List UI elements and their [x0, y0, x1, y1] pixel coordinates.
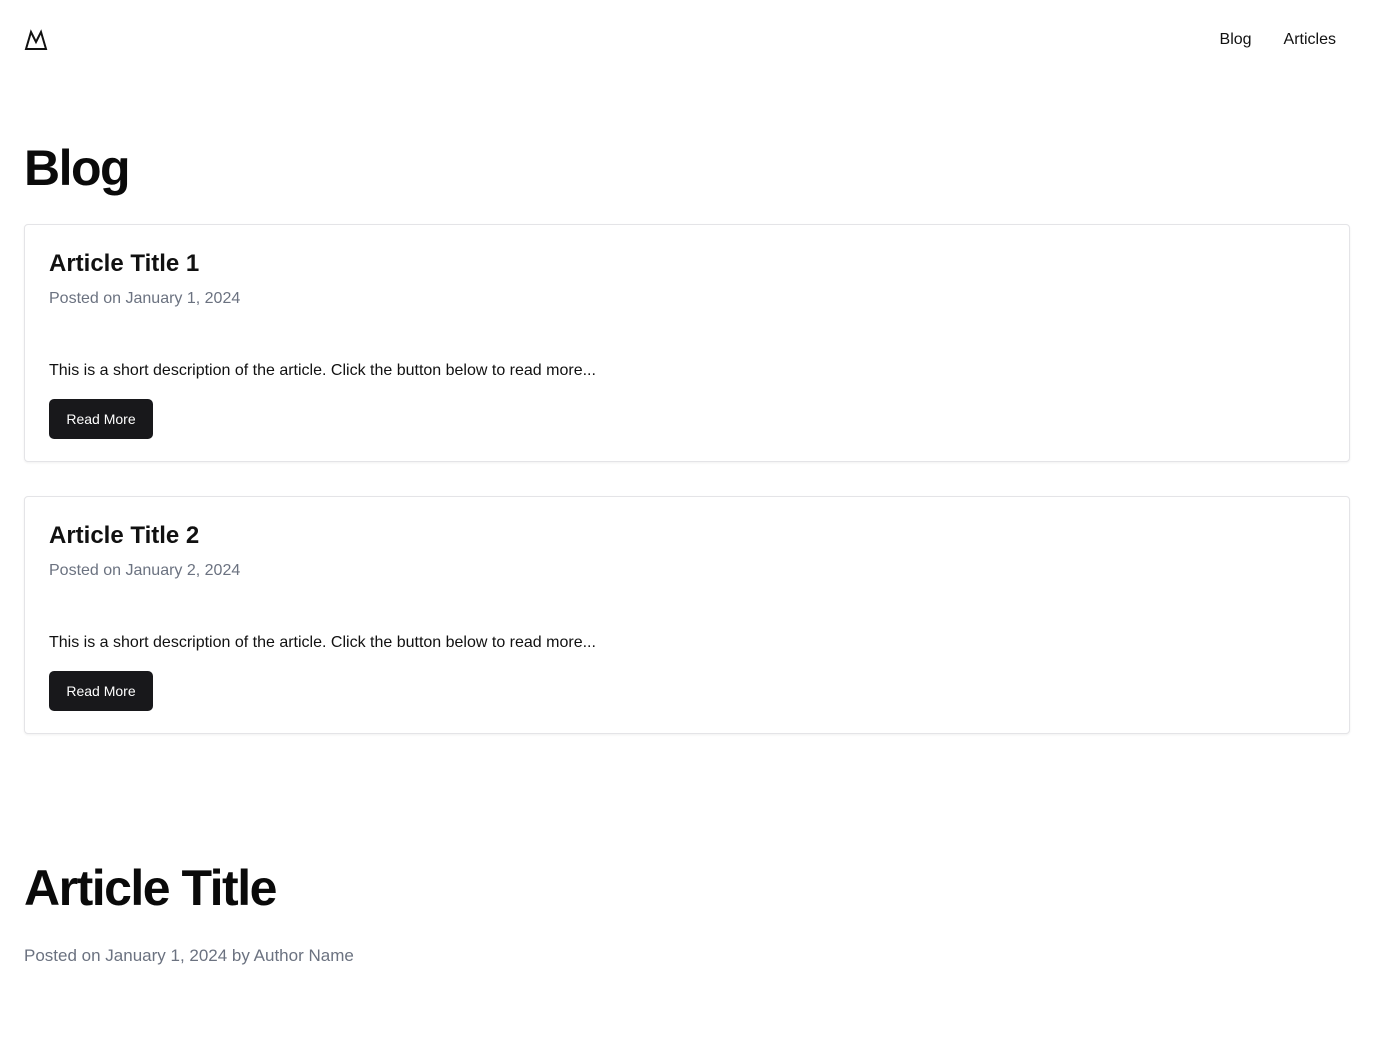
article-title: Article Title: [24, 860, 277, 916]
main-nav: Blog Articles: [1220, 29, 1336, 51]
article-card-description: This is a short description of the artic…: [49, 362, 596, 379]
article-card-title: Article Title 2: [49, 522, 200, 549]
article-card: Article Title 1 Posted on January 1, 202…: [24, 224, 1350, 462]
article-card-date: Posted on January 2, 2024: [49, 562, 241, 579]
article-card: Article Title 2 Posted on January 2, 202…: [24, 496, 1350, 734]
read-more-button[interactable]: Read More: [49, 399, 153, 439]
article-card-title: Article Title 1: [49, 250, 200, 277]
top-navigation-bar: Blog Articles: [0, 0, 1376, 80]
article-card-description: This is a short description of the artic…: [49, 634, 596, 651]
page-title: Blog: [24, 140, 131, 196]
nav-link-articles[interactable]: Articles: [1284, 29, 1336, 51]
nav-link-blog[interactable]: Blog: [1220, 29, 1252, 51]
article-card-date: Posted on January 1, 2024: [49, 290, 241, 307]
mountain-logo-icon[interactable]: [24, 29, 48, 51]
article-meta: Posted on January 1, 2024 by Author Name: [24, 946, 354, 965]
read-more-button[interactable]: Read More: [49, 671, 153, 711]
